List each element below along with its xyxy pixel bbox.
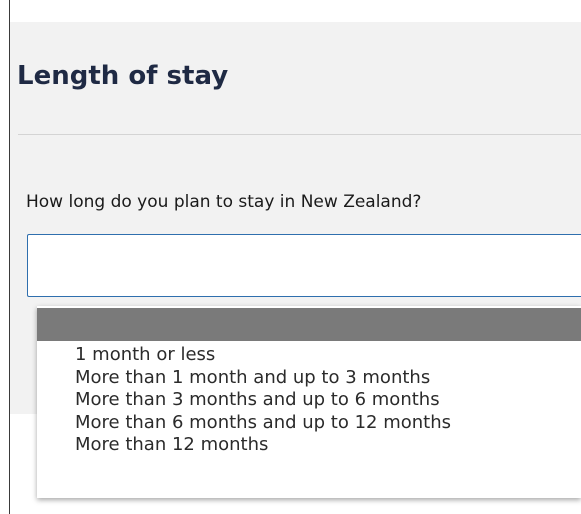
section-title: Length of stay <box>17 61 229 91</box>
section-divider <box>18 134 581 135</box>
page: Length of stay How long do you plan to s… <box>0 0 581 514</box>
stay-length-dropdown-list: 1 month or less More than 1 month and up… <box>37 306 581 498</box>
dropdown-option-more-than-12-months[interactable]: More than 12 months <box>37 434 581 457</box>
stay-length-question-label: How long do you plan to stay in New Zeal… <box>26 192 422 212</box>
dropdown-option-1-month-or-less[interactable]: 1 month or less <box>37 344 581 367</box>
dropdown-options: 1 month or less More than 1 month and up… <box>37 344 581 457</box>
dropdown-option-1-to-3-months[interactable]: More than 1 month and up to 3 months <box>37 367 581 390</box>
dropdown-option-6-to-12-months[interactable]: More than 6 months and up to 12 months <box>37 412 581 435</box>
dropdown-option-blank-highlighted[interactable] <box>37 308 581 341</box>
stay-length-select[interactable] <box>27 234 581 297</box>
dropdown-option-3-to-6-months[interactable]: More than 3 months and up to 6 months <box>37 389 581 412</box>
